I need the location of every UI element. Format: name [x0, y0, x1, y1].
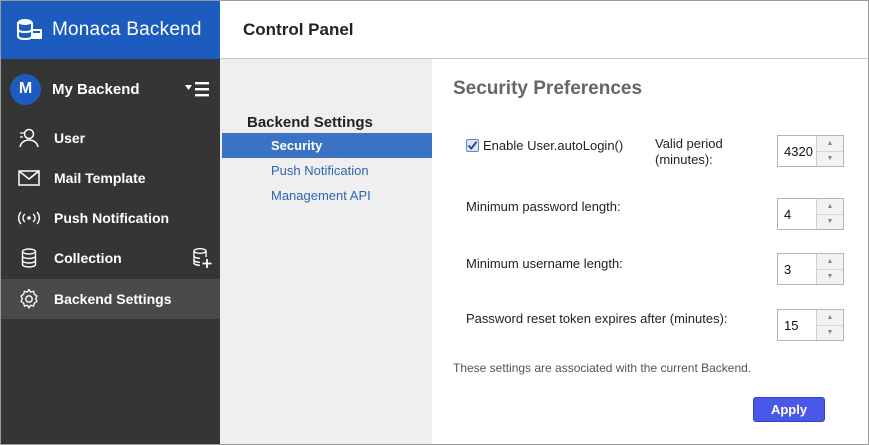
valid-period-unit-label: (minutes): [655, 152, 713, 167]
sidebar-item-collection[interactable]: Collection [1, 238, 220, 278]
sidebar-item-label: User [54, 130, 86, 146]
page-title: Control Panel [243, 20, 354, 39]
sidebar-item-label: Mail Template [54, 170, 146, 186]
settings-note: These settings are associated with the c… [453, 361, 752, 375]
reset-token-label: Password reset token expires after (minu… [466, 311, 728, 326]
security-preferences-panel: Security Preferences Enable User.autoLog… [432, 59, 868, 444]
valid-period-stepper[interactable]: 4320 ▲ ▼ [777, 135, 844, 167]
sidebar-item-label: Push Notification [54, 210, 170, 226]
decrement-icon[interactable]: ▼ [817, 326, 843, 341]
decrement-icon[interactable]: ▼ [817, 215, 843, 230]
mail-icon [17, 167, 41, 189]
database-icon [17, 247, 41, 269]
increment-icon[interactable]: ▲ [817, 199, 843, 215]
gear-icon [17, 288, 41, 310]
sidebar-item-mail-template[interactable]: Mail Template [1, 158, 220, 198]
settings-subnav: Backend Settings Security Push Notificat… [220, 59, 432, 444]
backend-selector[interactable]: M My Backend [1, 69, 220, 109]
database-logo-icon [17, 19, 42, 41]
sidebar: Monaca Backend M My Backend User Mail Te… [1, 1, 220, 444]
brand-name: Monaca Backend [52, 19, 202, 40]
reset-token-stepper[interactable]: 15 ▲ ▼ [777, 309, 844, 341]
decrement-icon[interactable]: ▼ [817, 152, 843, 167]
app-window: Monaca Backend M My Backend User Mail Te… [0, 0, 869, 445]
min-password-value[interactable]: 4 [778, 199, 817, 229]
auto-login-label: Enable User.autoLogin() [483, 138, 624, 153]
sidebar-item-label: Collection [54, 250, 122, 266]
stepper-arrows: ▲ ▼ [817, 254, 843, 284]
increment-icon[interactable]: ▲ [817, 254, 843, 270]
decrement-icon[interactable]: ▼ [817, 270, 843, 285]
auto-login-checkbox[interactable] [466, 139, 479, 152]
subnav-item-security[interactable]: Security [222, 133, 432, 158]
backend-name: My Backend [52, 80, 140, 98]
valid-period-label: Valid period [655, 136, 723, 151]
user-icon [17, 127, 41, 149]
sidebar-item-backend-settings[interactable]: Backend Settings [1, 279, 220, 319]
subnav-item-management-api[interactable]: Management API [222, 183, 432, 208]
brand-header[interactable]: Monaca Backend [1, 1, 220, 59]
backend-avatar: M [10, 73, 41, 105]
apply-button[interactable]: Apply [753, 397, 825, 422]
checkmark-icon [467, 141, 478, 150]
min-username-stepper[interactable]: 3 ▲ ▼ [777, 253, 844, 285]
min-password-label: Minimum password length: [466, 199, 621, 214]
stepper-arrows: ▲ ▼ [817, 199, 843, 229]
increment-icon[interactable]: ▲ [817, 310, 843, 326]
menu-toggle-icon[interactable] [183, 78, 211, 100]
sidebar-item-push-notification[interactable]: Push Notification [1, 198, 220, 238]
min-password-stepper[interactable]: 4 ▲ ▼ [777, 198, 844, 230]
reset-token-value[interactable]: 15 [778, 310, 817, 340]
sidebar-item-user[interactable]: User [1, 118, 220, 158]
top-header: Control Panel [220, 1, 868, 59]
add-database-icon[interactable] [191, 247, 213, 269]
stepper-arrows: ▲ ▼ [817, 136, 843, 166]
broadcast-icon [17, 207, 41, 229]
min-username-label: Minimum username length: [466, 256, 623, 271]
section-title: Security Preferences [453, 78, 643, 99]
increment-icon[interactable]: ▲ [817, 136, 843, 152]
sidebar-item-label: Backend Settings [54, 291, 172, 307]
subnav-title: Backend Settings [247, 114, 373, 131]
valid-period-value[interactable]: 4320 [778, 136, 817, 166]
subnav-item-push-notification[interactable]: Push Notification [222, 158, 432, 183]
stepper-arrows: ▲ ▼ [817, 310, 843, 340]
min-username-value[interactable]: 3 [778, 254, 817, 284]
